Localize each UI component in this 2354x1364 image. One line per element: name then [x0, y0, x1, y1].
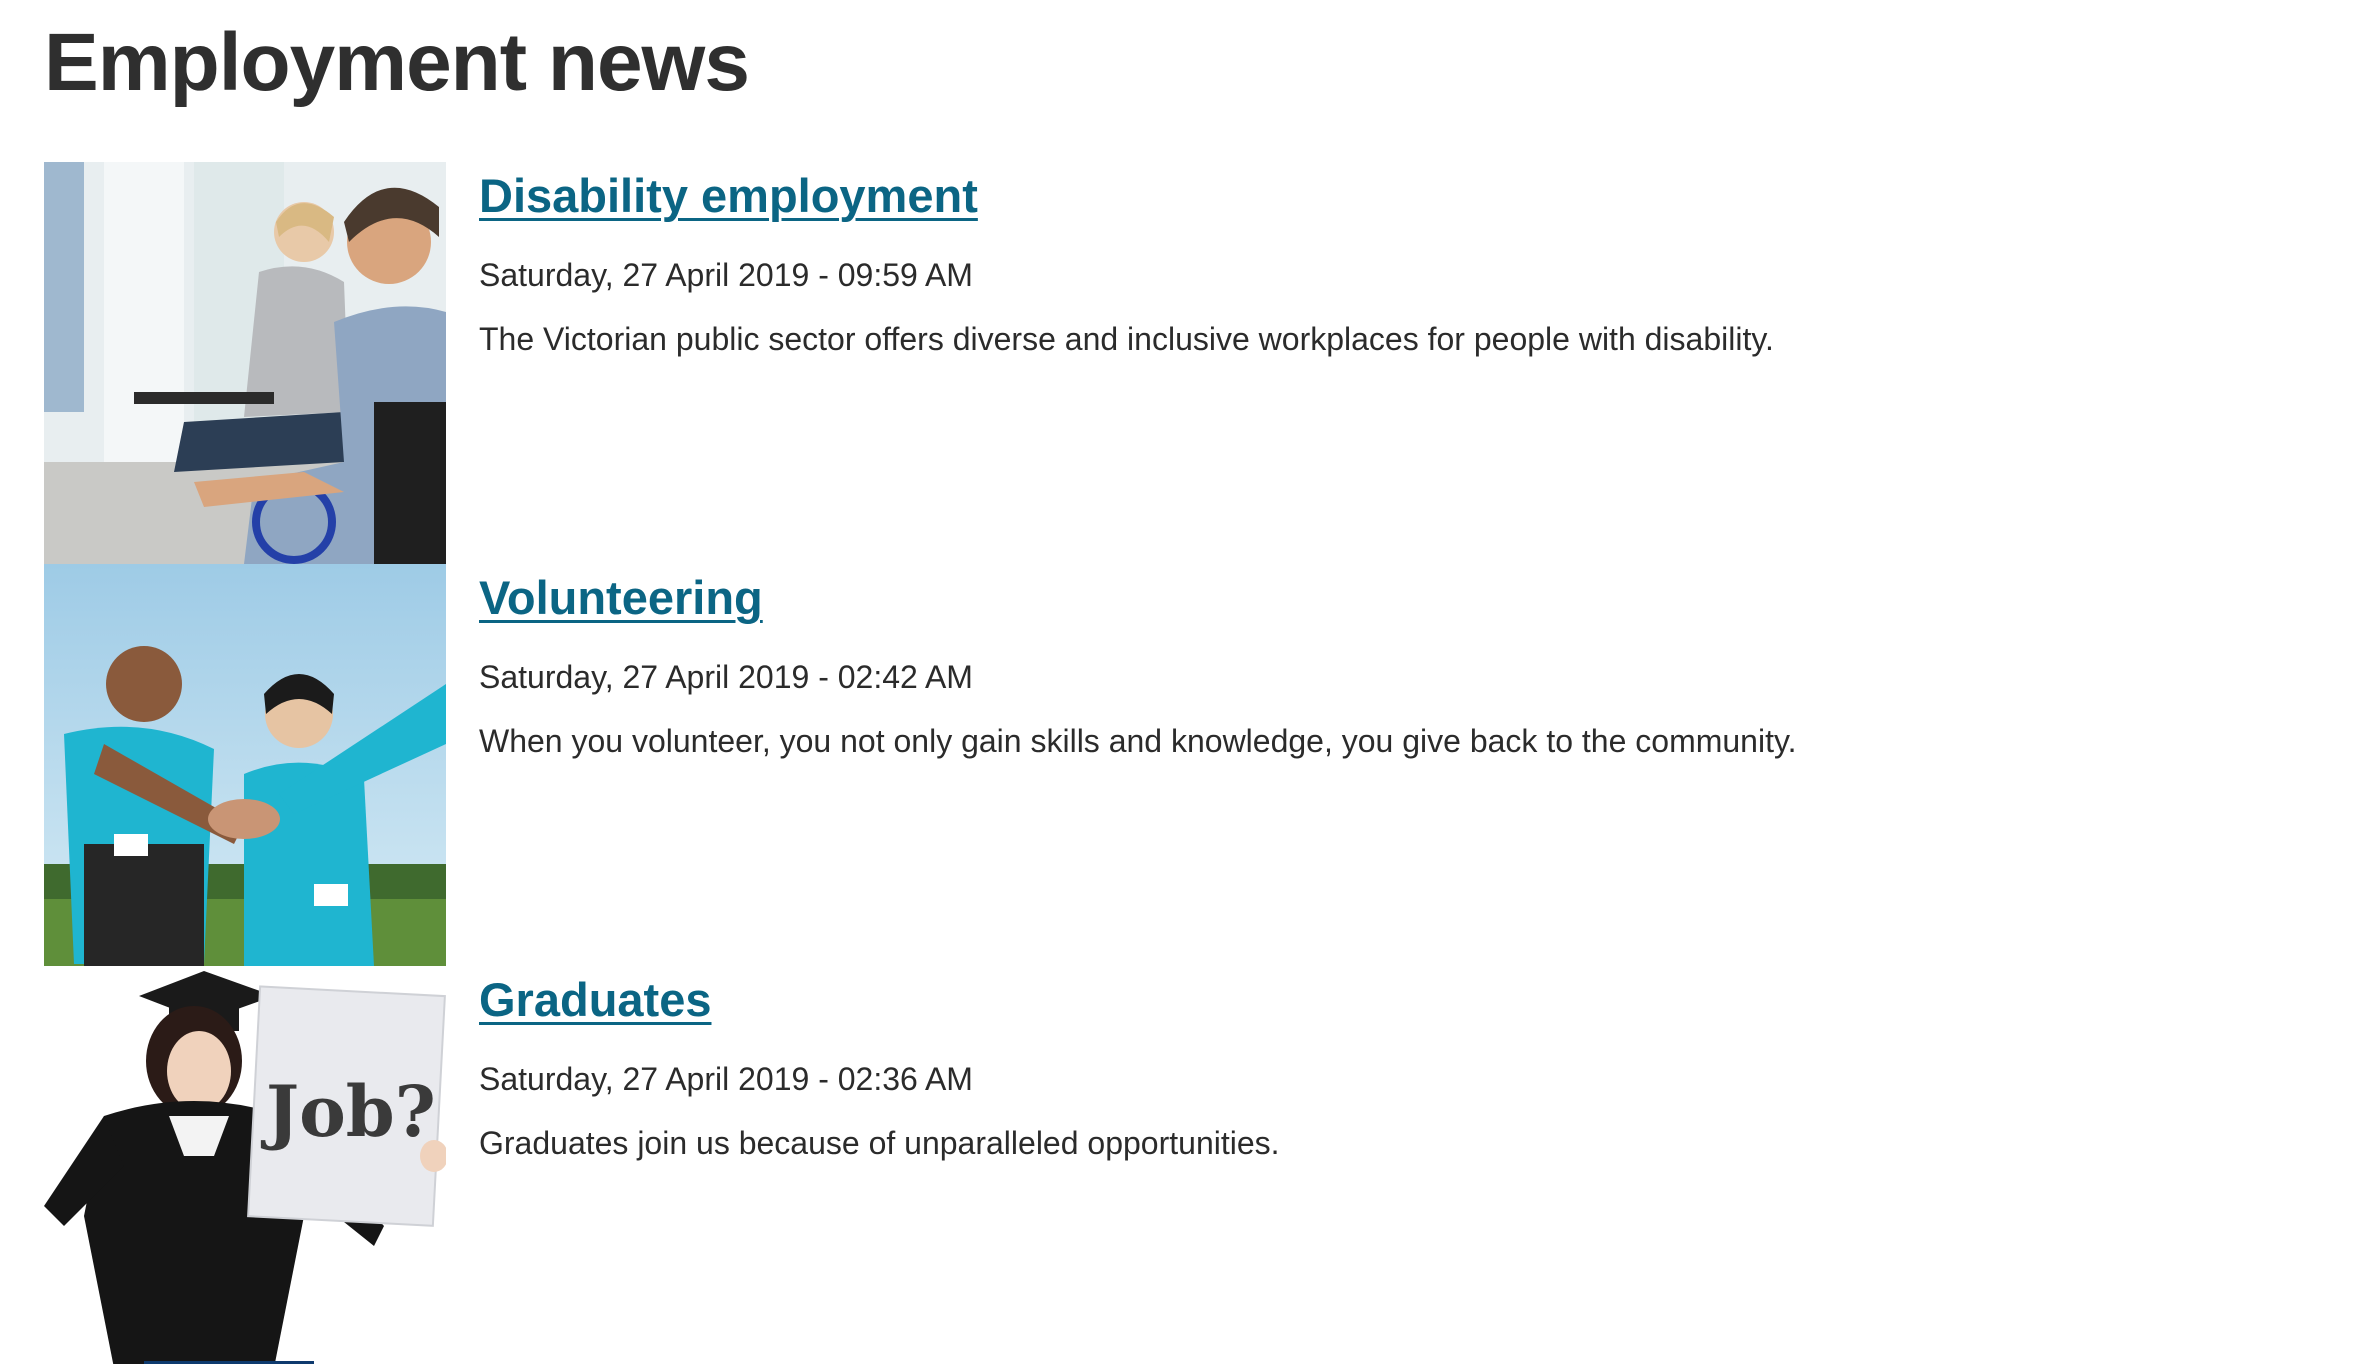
news-item: Volunteering Saturday, 27 April 2019 - 0…	[44, 564, 2324, 966]
news-list: Disability employment Saturday, 27 April…	[44, 162, 2324, 1364]
news-item-body: Graduates Saturday, 27 April 2019 - 02:3…	[479, 966, 1879, 1167]
job-sign-text: Job?	[260, 1070, 436, 1153]
news-thumbnail-graduates[interactable]: Job?	[44, 966, 446, 1364]
news-summary: The Victorian public sector offers diver…	[479, 320, 1774, 357]
news-date: Saturday, 27 April 2019 - 02:42 AM	[479, 659, 973, 696]
news-thumbnail-disability-employment[interactable]	[44, 162, 446, 564]
news-summary: Graduates join us because of unparallele…	[479, 1124, 1280, 1161]
news-item: Disability employment Saturday, 27 April…	[44, 162, 2324, 564]
news-date: Saturday, 27 April 2019 - 02:36 AM	[479, 1061, 973, 1098]
news-title-link[interactable]: Disability employment	[479, 168, 978, 224]
news-thumbnail-volunteering[interactable]	[44, 564, 446, 966]
news-summary: When you volunteer, you not only gain sk…	[479, 722, 1797, 759]
news-date: Saturday, 27 April 2019 - 09:59 AM	[479, 257, 973, 294]
page-title: Employment news	[44, 17, 750, 108]
news-item-body: Volunteering Saturday, 27 April 2019 - 0…	[479, 564, 1879, 765]
news-title-link[interactable]: Graduates	[479, 972, 711, 1028]
news-title-link[interactable]: Volunteering	[479, 570, 763, 626]
news-item: Job? Graduates Saturday, 27 April 2019 -…	[44, 966, 2324, 1364]
news-item-body: Disability employment Saturday, 27 April…	[479, 162, 1879, 363]
page: Employment news Disability employment Sa…	[0, 0, 2354, 1364]
